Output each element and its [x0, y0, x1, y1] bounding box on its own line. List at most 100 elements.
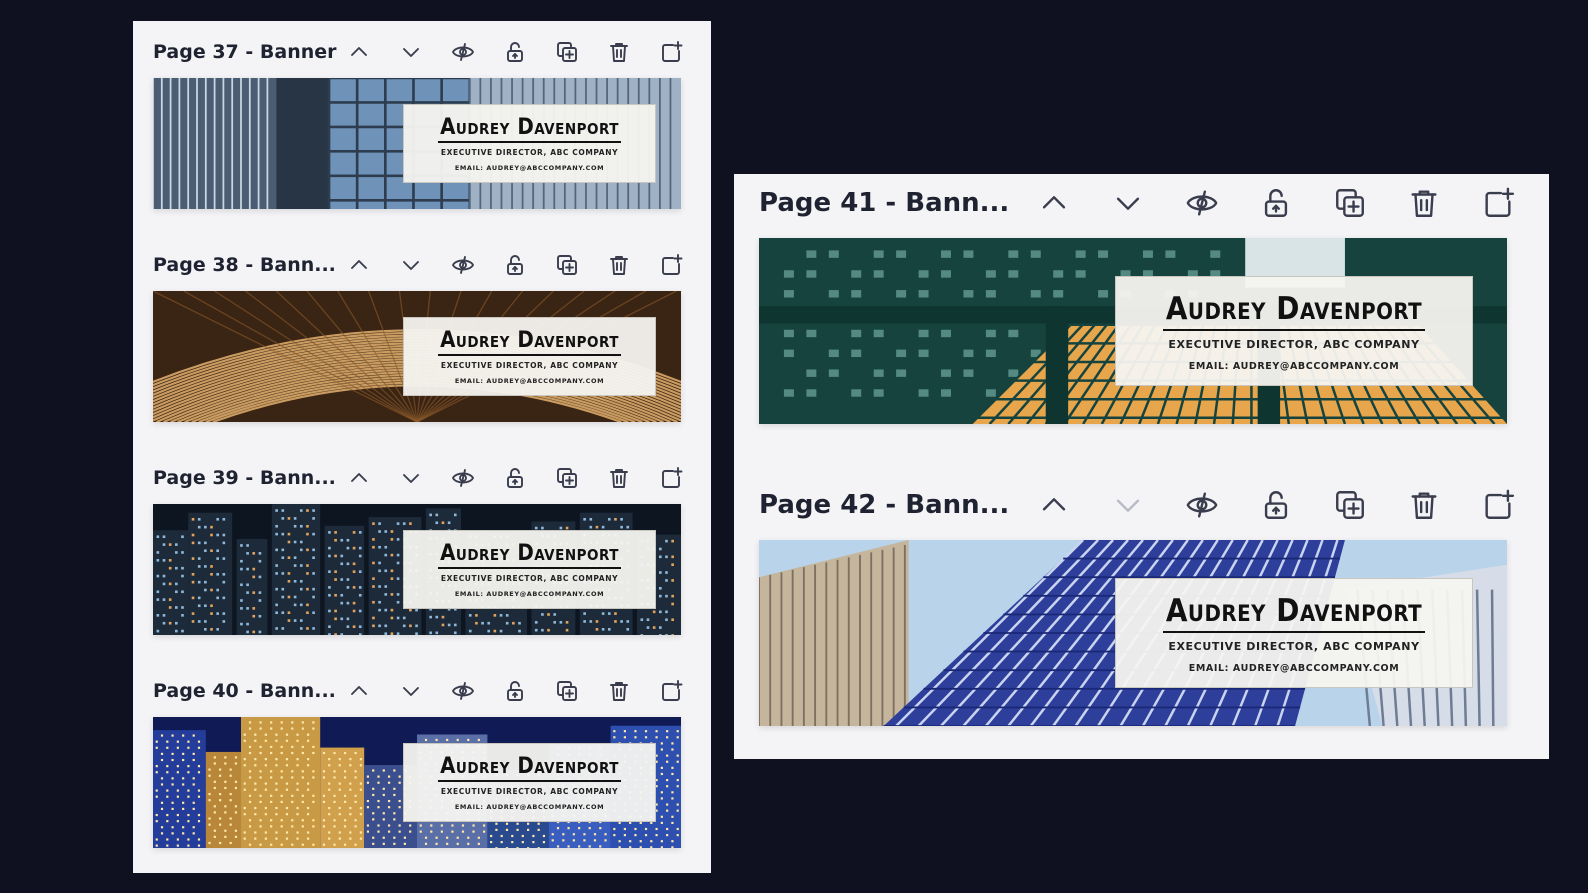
- hide-eye-icon: [452, 469, 474, 487]
- page-item: Page 40 - Bann... Audrey Davenport Executi…: [153, 666, 683, 851]
- hide-page-button[interactable]: [437, 666, 489, 716]
- card-role: Executive Director, ABC Company: [440, 148, 619, 157]
- banner-thumbnail[interactable]: Audrey Davenport Executive Director, ABC …: [153, 504, 681, 635]
- lock-page-button[interactable]: [489, 453, 541, 503]
- page-title[interactable]: Page 37 - Banner: [153, 41, 337, 63]
- duplicate-page-button[interactable]: [1313, 174, 1387, 232]
- delete-page-button[interactable]: [593, 27, 645, 77]
- hide-page-button[interactable]: [437, 27, 489, 77]
- move-up-button[interactable]: [333, 453, 385, 503]
- add-page-button[interactable]: [645, 27, 697, 77]
- trash-icon: [610, 469, 628, 488]
- lock-page-button[interactable]: [1239, 174, 1313, 232]
- page-header: Page 40 - Bann...: [153, 666, 683, 716]
- add-page-button[interactable]: [645, 240, 697, 290]
- add-page-button[interactable]: [645, 453, 697, 503]
- move-up-button[interactable]: [1017, 476, 1091, 534]
- page-header: Page 37 - Banner: [153, 27, 683, 77]
- chevron-down-icon: [1116, 197, 1140, 210]
- hide-page-button[interactable]: [1165, 476, 1239, 534]
- add-page-button[interactable]: [645, 666, 697, 716]
- duplicate-page-button[interactable]: [1313, 476, 1387, 534]
- lock-icon: [507, 255, 523, 275]
- chevron-down-icon: [1116, 499, 1140, 512]
- name-card: Audrey Davenport Executive Director, ABC …: [403, 104, 656, 183]
- lock-page-button[interactable]: [489, 240, 541, 290]
- move-up-button[interactable]: [333, 666, 385, 716]
- page-title[interactable]: Page 40 - Bann...: [153, 680, 336, 702]
- card-name: Audrey Davenport: [1162, 291, 1426, 331]
- card-role: Executive Director, ABC Company: [440, 787, 619, 796]
- add-page-button[interactable]: [1461, 174, 1535, 232]
- card-role: Executive Director, ABC Company: [440, 361, 619, 370]
- card-email: Email: audrey@abccompany.com: [454, 803, 605, 811]
- move-down-button[interactable]: [385, 240, 437, 290]
- page-title[interactable]: Page 38 - Bann...: [153, 254, 336, 276]
- card-name: Audrey Davenport: [438, 115, 621, 143]
- page-title[interactable]: Page 42 - Bann...: [759, 490, 1009, 520]
- duplicate-page-button[interactable]: [541, 666, 593, 716]
- card-email: Email: audrey@abccompany.com: [454, 377, 605, 385]
- add-page-icon: [662, 467, 683, 488]
- hide-eye-icon: [452, 43, 474, 61]
- lock-page-button[interactable]: [489, 666, 541, 716]
- move-down-button[interactable]: [1091, 174, 1165, 232]
- add-page-button[interactable]: [1461, 476, 1535, 534]
- lock-page-button[interactable]: [489, 27, 541, 77]
- add-page-icon: [1485, 187, 1515, 217]
- move-up-button[interactable]: [1017, 174, 1091, 232]
- move-down-button[interactable]: [1091, 476, 1165, 534]
- name-card: Audrey Davenport Executive Director, ABC …: [403, 530, 656, 609]
- duplicate-icon: [557, 255, 577, 275]
- chevron-up-icon: [351, 473, 367, 482]
- banner-thumbnail[interactable]: Audrey Davenport Executive Director, ABC …: [759, 238, 1507, 424]
- page-title[interactable]: Page 39 - Bann...: [153, 467, 336, 489]
- lock-page-button[interactable]: [1239, 476, 1313, 534]
- chevron-up-icon: [351, 260, 367, 269]
- banner-thumbnail[interactable]: Audrey Davenport Executive Director, ABC …: [759, 540, 1507, 726]
- hide-eye-icon: [1186, 492, 1218, 518]
- banner-thumbnail[interactable]: Audrey Davenport Executive Director, ABC …: [153, 78, 681, 209]
- delete-page-button[interactable]: [593, 666, 645, 716]
- trash-icon: [610, 682, 628, 701]
- hide-page-button[interactable]: [437, 240, 489, 290]
- delete-page-button[interactable]: [1387, 174, 1461, 232]
- card-name: Audrey Davenport: [438, 541, 621, 569]
- name-card: Audrey Davenport Executive Director, ABC …: [1115, 276, 1473, 386]
- card-name: Audrey Davenport: [438, 754, 621, 782]
- trash-icon: [1411, 190, 1437, 217]
- move-down-button[interactable]: [385, 666, 437, 716]
- banner-thumbnail[interactable]: Audrey Davenport Executive Director, ABC …: [153, 291, 681, 422]
- move-up-button[interactable]: [333, 240, 385, 290]
- chevron-up-icon: [1042, 498, 1066, 511]
- chevron-down-icon: [403, 474, 419, 483]
- page-toolbar: [1017, 476, 1535, 534]
- name-card: Audrey Davenport Executive Director, ABC …: [403, 743, 656, 822]
- page-item: Page 37 - Banner Audrey Davenport Executiv…: [153, 27, 683, 212]
- page-item: Page 38 - Bann... Audrey Davenport Executi…: [153, 240, 683, 425]
- duplicate-icon: [557, 681, 577, 701]
- lock-icon: [507, 468, 523, 488]
- trash-icon: [610, 256, 628, 275]
- move-up-button[interactable]: [333, 27, 385, 77]
- duplicate-page-button[interactable]: [541, 453, 593, 503]
- banner-thumbnail[interactable]: Audrey Davenport Executive Director, ABC …: [153, 717, 681, 848]
- duplicate-page-button[interactable]: [541, 27, 593, 77]
- name-card: Audrey Davenport Executive Director, ABC …: [403, 317, 656, 396]
- card-email: Email: audrey@abccompany.com: [454, 164, 605, 172]
- add-page-icon: [662, 41, 683, 62]
- duplicate-icon: [1336, 491, 1364, 519]
- hide-page-button[interactable]: [1165, 174, 1239, 232]
- chevron-down-icon: [403, 48, 419, 57]
- card-role: Executive Director, ABC Company: [440, 574, 619, 583]
- hide-page-button[interactable]: [437, 453, 489, 503]
- delete-page-button[interactable]: [1387, 476, 1461, 534]
- page-header: Page 39 - Bann...: [153, 453, 683, 503]
- move-down-button[interactable]: [385, 27, 437, 77]
- duplicate-page-button[interactable]: [541, 240, 593, 290]
- move-down-button[interactable]: [385, 453, 437, 503]
- page-title[interactable]: Page 41 - Bann...: [759, 188, 1009, 218]
- page-toolbar: [333, 240, 697, 290]
- delete-page-button[interactable]: [593, 453, 645, 503]
- delete-page-button[interactable]: [593, 240, 645, 290]
